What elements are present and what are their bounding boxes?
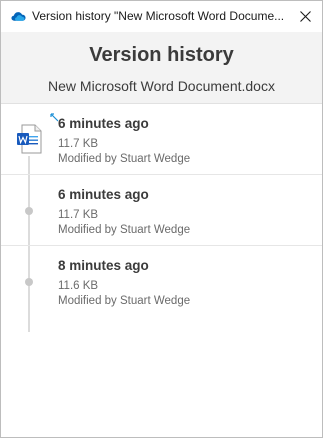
- title-bar: Version history "New Microsoft Word Docu…: [1, 1, 322, 32]
- version-entry[interactable]: 6 minutes ago 11.7 KB Modified by Stuart…: [1, 175, 322, 246]
- version-history-header: Version history New Microsoft Word Docum…: [1, 32, 322, 104]
- onedrive-cloud-icon: [11, 12, 26, 21]
- close-icon: [300, 11, 311, 22]
- version-size: 11.7 KB: [58, 138, 99, 150]
- page-title: Version history: [89, 44, 234, 66]
- version-size: 11.7 KB: [58, 209, 99, 221]
- timeline-dot-icon: [25, 278, 33, 286]
- version-time: 6 minutes ago: [58, 187, 149, 202]
- version-modified-by: Modified by Stuart Wedge: [58, 153, 191, 165]
- version-time: 6 minutes ago: [58, 116, 149, 131]
- version-modified-by: Modified by Stuart Wedge: [58, 224, 191, 236]
- version-entry[interactable]: 8 minutes ago 11.6 KB Modified by Stuart…: [1, 246, 322, 317]
- version-time: 8 minutes ago: [58, 258, 149, 273]
- timeline-dot-icon: [25, 207, 33, 215]
- version-list: 6 minutes ago 11.7 KB Modified by Stuart…: [1, 104, 322, 437]
- version-entry[interactable]: 6 minutes ago 11.7 KB Modified by Stuart…: [1, 104, 322, 175]
- close-button[interactable]: [289, 1, 322, 32]
- window-title: Version history "New Microsoft Word Docu…: [32, 9, 285, 23]
- version-size: 11.6 KB: [58, 280, 99, 292]
- version-modified-by: Modified by Stuart Wedge: [58, 295, 191, 307]
- word-document-icon: [17, 124, 42, 154]
- version-history-window: Version history "New Microsoft Word Docu…: [0, 0, 323, 438]
- file-name: New Microsoft Word Document.docx: [48, 78, 275, 94]
